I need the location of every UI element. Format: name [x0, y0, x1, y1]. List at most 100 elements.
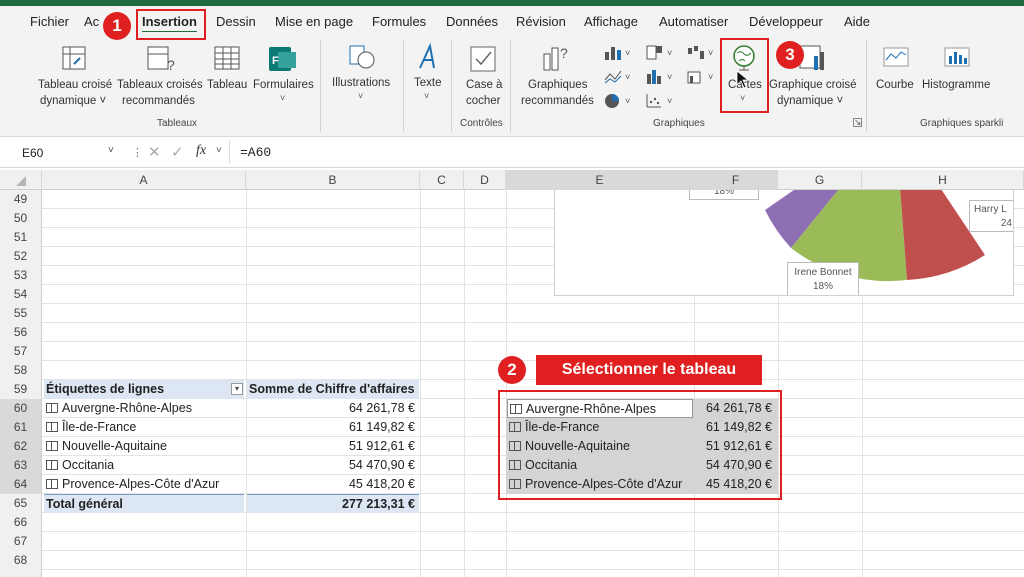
row-header[interactable]: 65: [0, 494, 42, 513]
chevron-down-icon[interactable]: ˅: [108, 145, 114, 156]
row-header[interactable]: [0, 570, 42, 577]
pie-label-name: Harry L: [974, 204, 1007, 215]
chevron-down-icon[interactable]: ˅: [216, 145, 222, 156]
checkbox-icon: [470, 46, 496, 72]
row-header[interactable]: 59: [0, 380, 42, 399]
row-header[interactable]: 66: [0, 513, 42, 532]
tab-developpeur[interactable]: Développeur: [749, 14, 823, 29]
column-chart-icon[interactable]: ˅: [603, 44, 633, 62]
pivot-row-label[interactable]: Nouvelle-Aquitaine: [44, 437, 244, 456]
recommended-charts-label-2[interactable]: recommandés: [521, 93, 594, 109]
tab-dessin[interactable]: Dessin: [216, 14, 256, 29]
scatter-chart-icon[interactable]: ˅: [645, 92, 675, 110]
column-header-d[interactable]: D: [464, 170, 506, 190]
tab-fichier[interactable]: Fichier: [30, 14, 69, 29]
line-chart-icon[interactable]: ˅: [603, 68, 633, 86]
group-separator: [320, 40, 321, 132]
svg-text:˅: ˅: [625, 48, 630, 58]
column-header-g[interactable]: G: [778, 170, 862, 190]
tab-affichage[interactable]: Affichage: [584, 14, 638, 29]
column-header-h[interactable]: H: [862, 170, 1024, 190]
table-button-label[interactable]: Tableau: [207, 77, 247, 93]
tab-aide[interactable]: Aide: [844, 14, 870, 29]
pivot-row-value[interactable]: 51 912,61 €: [247, 437, 415, 456]
chevron-down-icon[interactable]: ˅: [424, 91, 429, 101]
dialog-launcher-icon[interactable]: ↘: [853, 118, 862, 127]
pivot-row-value[interactable]: 54 470,90 €: [247, 456, 415, 475]
row-header[interactable]: 67: [0, 532, 42, 551]
illustrations-icon: [349, 45, 375, 69]
grid-line: [506, 190, 507, 577]
pivot-total-value: 277 213,31 €: [247, 494, 419, 513]
enter-icon[interactable]: ✓: [171, 143, 184, 161]
row-header[interactable]: 63: [0, 456, 42, 475]
row-header[interactable]: 54: [0, 285, 42, 304]
row-header[interactable]: 64: [0, 475, 42, 494]
pivot-row-value[interactable]: 64 261,78 €: [247, 399, 415, 418]
pie-chart-object[interactable]: 18% Irene Bonnet 18% Harry L 24: [554, 190, 1014, 296]
tab-mise-en-page[interactable]: Mise en page: [275, 14, 353, 29]
combo-chart-icon[interactable]: ˅: [686, 68, 716, 86]
pivot-table-label-2[interactable]: dynamique ˅: [40, 93, 106, 109]
group-label-sparklines: Graphiques sparkli: [920, 118, 1004, 129]
text-label[interactable]: Texte: [414, 75, 442, 91]
pivot-table-label-1[interactable]: Tableau croisé: [38, 77, 112, 93]
group-label-graphiques: Graphiques: [653, 118, 705, 129]
row-header[interactable]: 50: [0, 209, 42, 228]
row-header[interactable]: 57: [0, 342, 42, 361]
pivot-row-value[interactable]: 61 149,82 €: [247, 418, 415, 437]
column-header-f[interactable]: F: [694, 170, 778, 190]
row-header[interactable]: 58: [0, 361, 42, 380]
tab-donnees[interactable]: Données: [446, 14, 498, 29]
select-all-corner[interactable]: [0, 170, 42, 190]
pivot-row-label[interactable]: Auvergne-Rhône-Alpes: [44, 399, 244, 418]
cancel-icon[interactable]: ✕: [148, 143, 161, 161]
chevron-down-icon[interactable]: ˅: [358, 91, 363, 101]
pivot-row-label[interactable]: Île-de-France: [44, 418, 244, 437]
pie-chart-icon[interactable]: ˅: [603, 92, 633, 110]
pivot-chart-label-2[interactable]: dynamique ˅: [777, 93, 843, 109]
hierarchy-chart-icon[interactable]: ˅: [645, 44, 675, 62]
pivot-chart-label-1[interactable]: Graphique croisé: [769, 77, 857, 93]
row-header[interactable]: 51: [0, 228, 42, 247]
row-header[interactable]: 60: [0, 399, 42, 418]
forms-button-label[interactable]: Formulaires: [253, 77, 314, 93]
row-header[interactable]: 61: [0, 418, 42, 437]
row-header[interactable]: 52: [0, 247, 42, 266]
column-header-c[interactable]: C: [420, 170, 464, 190]
column-header-e[interactable]: E: [506, 170, 694, 190]
tab-accueil[interactable]: Ac: [84, 14, 99, 29]
row-header[interactable]: 68: [0, 551, 42, 570]
pivot-header-labels: Étiquettes de lignes: [44, 380, 244, 399]
pivot-row-value[interactable]: 45 418,20 €: [247, 475, 415, 494]
statistic-chart-icon[interactable]: ˅: [645, 68, 675, 86]
row-header[interactable]: 49: [0, 190, 42, 209]
tab-revision[interactable]: Révision: [516, 14, 566, 29]
filter-dropdown-icon[interactable]: ▾: [231, 383, 243, 395]
illustrations-label[interactable]: Illustrations: [332, 75, 390, 91]
recommended-charts-label-1[interactable]: Graphiques: [528, 77, 587, 93]
tab-formules[interactable]: Formules: [372, 14, 426, 29]
column-header-b[interactable]: B: [246, 170, 420, 190]
row-header[interactable]: 56: [0, 323, 42, 342]
grid-line: [42, 341, 1024, 342]
recommended-pivot-label-1[interactable]: Tableaux croisés: [117, 77, 203, 93]
group-label-controles: Contrôles: [460, 118, 503, 129]
formula-input[interactable]: =A60: [240, 145, 271, 160]
more-options-icon[interactable]: ⋮: [132, 146, 143, 159]
chevron-down-icon[interactable]: ˅: [280, 93, 285, 103]
pivot-row-label[interactable]: Occitania: [44, 456, 244, 475]
column-header-a[interactable]: A: [42, 170, 246, 190]
checkbox-label-2[interactable]: cocher: [466, 93, 501, 109]
recommended-pivot-label-2[interactable]: recommandés: [122, 93, 195, 109]
checkbox-label-1[interactable]: Case à: [466, 77, 502, 93]
row-header[interactable]: 53: [0, 266, 42, 285]
sparkline-column-label[interactable]: Histogramme: [922, 77, 990, 93]
insert-function-button[interactable]: fx: [196, 143, 206, 159]
waterfall-chart-icon[interactable]: ˅: [686, 44, 716, 62]
sparkline-line-label[interactable]: Courbe: [876, 77, 914, 93]
row-header[interactable]: 62: [0, 437, 42, 456]
row-header[interactable]: 55: [0, 304, 42, 323]
tab-automatiser[interactable]: Automatiser: [659, 14, 728, 29]
pivot-row-label[interactable]: Provence-Alpes-Côte d'Azur: [44, 475, 244, 494]
